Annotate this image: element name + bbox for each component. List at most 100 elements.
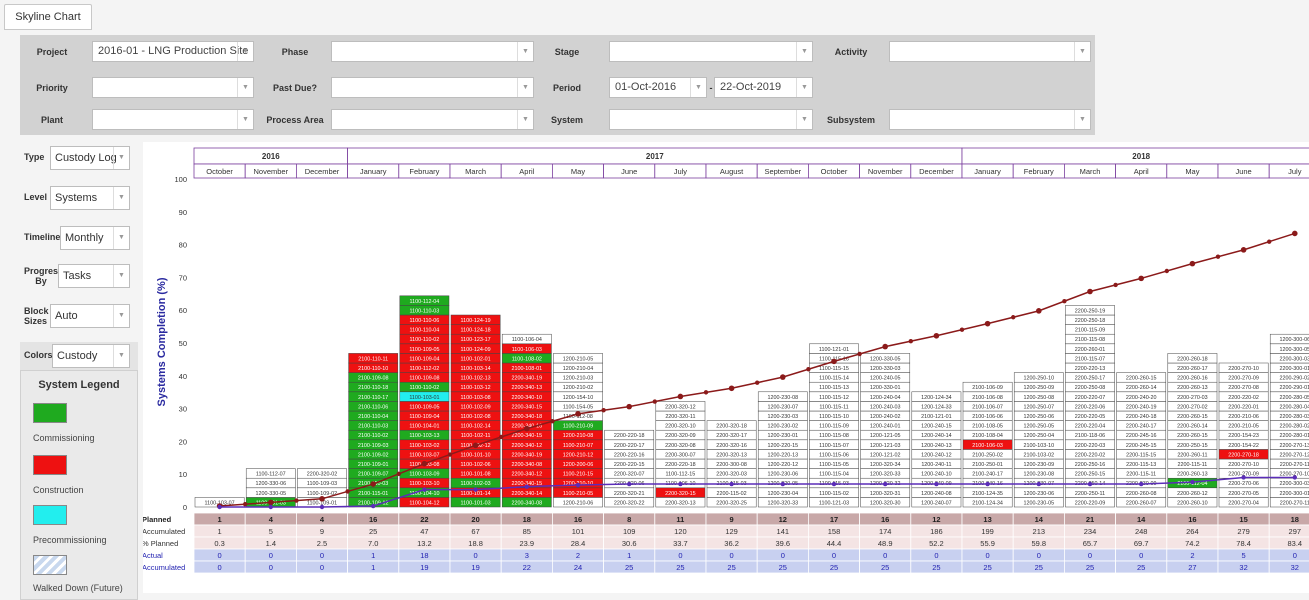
phase-label: Phase <box>281 47 309 57</box>
month-label: February <box>409 167 439 176</box>
project-value: 2016-01 - LNG Production Site <box>98 45 249 57</box>
system-block-label: 1100-115-11 <box>819 404 848 410</box>
system-block-label: 1200-210-04 <box>563 366 594 372</box>
table-cell-value: 120 <box>674 527 687 536</box>
table-cell-value: 279 <box>1237 527 1250 536</box>
period-to-select[interactable]: 22-Oct-2019 ▼ <box>714 77 813 98</box>
table-cell-value: 1 <box>218 515 222 524</box>
chevron-down-icon: ▼ <box>113 265 129 287</box>
table-cell-value: 0 <box>320 551 324 560</box>
system-block-label: 1100-210-07 <box>563 443 593 449</box>
table-cell-value: 11 <box>676 515 684 524</box>
level-select[interactable]: Systems ▼ <box>50 186 130 210</box>
system-block-label: 1200-250-09 <box>1024 385 1055 391</box>
y-axis-label: Systems Completion (%) <box>156 277 168 406</box>
timeline-value: Monthly <box>65 232 104 244</box>
system-block-label: 2200-270-10 <box>1228 462 1259 468</box>
timeline-select[interactable]: Monthly ▼ <box>60 226 130 250</box>
system-block-label: 2200-240-17 <box>1126 424 1157 430</box>
table-cell-value: 25 <box>830 563 838 572</box>
table-cell-value: 0 <box>730 551 734 560</box>
table-cell-value: 18.8 <box>468 539 483 548</box>
system-block-label: 1100-115-12 <box>819 395 849 401</box>
month-label: August <box>720 167 744 176</box>
system-block-label: 1100-115-05 <box>819 462 849 468</box>
plant-select[interactable]: ▼ <box>92 109 254 130</box>
table-cell-value: 109 <box>623 527 636 536</box>
progress-control: Progress By Tasks ▼ <box>20 262 138 292</box>
tab-skyline-chart[interactable]: Skyline Chart <box>4 4 92 30</box>
system-block-label: 2200-260-10 <box>1177 500 1208 506</box>
system-block-label: 1100-103-08 <box>461 395 491 401</box>
system-block-label: 2200-300-08 <box>716 462 747 468</box>
table-cell-value: 5 <box>1242 551 1246 560</box>
block-sizes-select[interactable]: Auto ▼ <box>50 304 130 328</box>
system-block-label: 2200-340-18 <box>512 414 543 420</box>
process-area-select[interactable]: ▼ <box>331 109 534 130</box>
system-block-label: 1100-154-05 <box>563 404 593 410</box>
system-block-label: 2200-320-22 <box>614 500 645 506</box>
priority-select[interactable]: ▼ <box>92 77 254 98</box>
phase-select[interactable]: ▼ <box>331 41 534 62</box>
period-from-select[interactable]: 01-Oct-2016 ▼ <box>609 77 707 98</box>
system-block-label: 1100-115-06 <box>819 452 849 458</box>
colors-select[interactable]: Custody ▼ <box>52 344 130 368</box>
system-block-label: 2100-110-03 <box>358 424 388 430</box>
legend-label-walked-down: Walked Down (Future) <box>33 583 123 593</box>
system-block-label: 2200-250-15 <box>1177 443 1208 449</box>
system-block-label: 2100-103-10 <box>1024 443 1055 449</box>
table-cell-value: 67 <box>471 527 479 536</box>
series-point-planned <box>319 496 325 502</box>
system-block-label: 1200-210-12 <box>563 452 594 458</box>
system-block-label: 2100-110-06 <box>358 404 388 410</box>
table-cell-value: 2 <box>1190 551 1194 560</box>
timeline-control: Timeline Monthly ▼ <box>20 224 138 254</box>
system-block-label: 1100-124-19 <box>461 318 491 324</box>
system-block-label: 2200-320-16 <box>716 443 747 449</box>
system-block-label: 1200-330-06 <box>256 481 287 487</box>
system-block-label: 1100-115-09 <box>819 424 849 430</box>
system-block-label: 2200-220-01 <box>1228 404 1259 410</box>
table-cell-value: 129 <box>725 527 738 536</box>
system-block-label: 2200-260-13 <box>1177 472 1208 478</box>
table-cell-value: 0 <box>781 551 785 560</box>
system-block-label: 1100-103-14 <box>461 366 491 372</box>
system-block-label: 2100-110-10 <box>358 366 388 372</box>
series-point-planned <box>984 320 991 327</box>
past-due-select[interactable]: ▼ <box>331 77 534 98</box>
system-block-label: 2200-340-15 <box>512 433 543 439</box>
system-block-label: 1200-330-05 <box>256 491 287 497</box>
system-select[interactable]: ▼ <box>609 109 813 130</box>
table-cell-value: 25 <box>625 563 633 572</box>
system-block-label: 1100-121-01 <box>819 347 849 353</box>
table-cell-value: 0 <box>1037 551 1041 560</box>
table-cell-value: 69.7 <box>1134 539 1149 548</box>
table-cell-value: 85 <box>523 527 531 536</box>
system-block-label: 2200-340-13 <box>512 385 543 391</box>
series-point-actual <box>319 504 325 510</box>
month-label: October <box>821 167 848 176</box>
stage-select[interactable]: ▼ <box>609 41 813 62</box>
series-point-actual <box>422 487 427 492</box>
system-block-label: 2100-108-04 <box>972 433 1003 439</box>
system-block-label: 1100-110-02 <box>410 337 440 343</box>
month-label: December <box>919 167 954 176</box>
system-block-label: 2200-320-09 <box>665 433 696 439</box>
progress-select[interactable]: Tasks ▼ <box>58 264 130 288</box>
system-block-label: 2200-270-06 <box>1228 481 1259 487</box>
series-point-planned-mid <box>499 434 504 440</box>
y-tick-label: 100 <box>174 175 187 184</box>
table-cell-value: 0 <box>934 551 938 560</box>
project-select[interactable]: 2016-01 - LNG Production Site ▼ <box>92 41 254 62</box>
table-cell-value: 2 <box>576 551 580 560</box>
progress-label: Progress By <box>24 266 64 286</box>
system-block-label: 1100-109-04 <box>409 356 439 362</box>
system-block-label: 2200-270-02 <box>1177 404 1208 410</box>
activity-select[interactable]: ▼ <box>889 41 1091 62</box>
table-cell-value: 18 <box>523 515 531 524</box>
subsystem-select[interactable]: ▼ <box>889 109 1091 130</box>
system-block-label: 2200-290-01 <box>1280 385 1309 391</box>
type-select[interactable]: Custody Log ▼ <box>50 146 130 170</box>
series-point-actual <box>371 503 376 509</box>
system-block-label: 2200-320-12 <box>665 404 696 410</box>
